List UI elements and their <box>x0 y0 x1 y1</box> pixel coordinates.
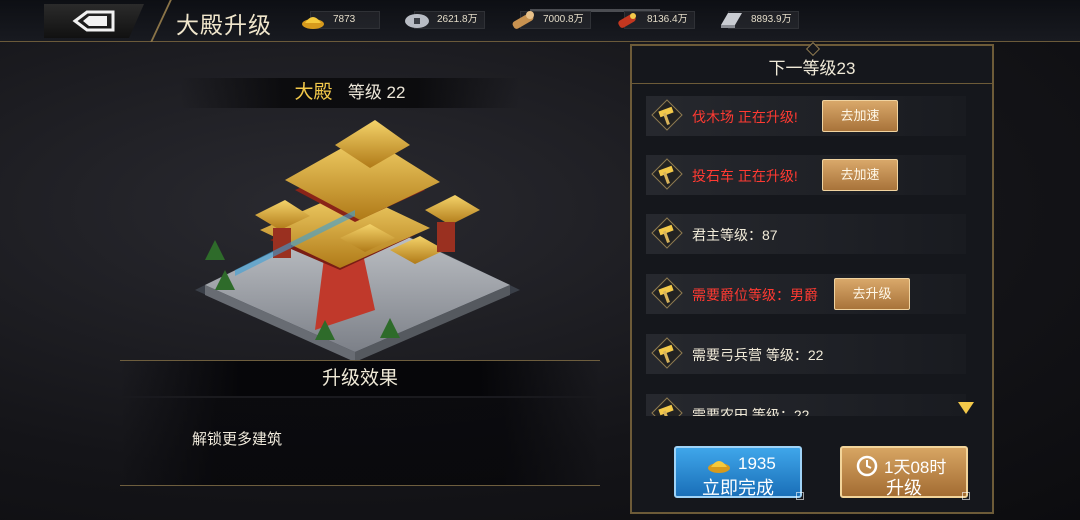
palace-image <box>195 120 520 362</box>
requirement-text: 投石车 正在升级! <box>692 168 798 184</box>
requirement-row: 需要农田 等级：22 <box>646 394 966 416</box>
upgrade-button[interactable]: 1天08时 升级 <box>840 446 970 500</box>
gold-ingot-icon <box>708 461 730 473</box>
upgrade-effect-body: 解锁更多建筑 <box>120 398 600 486</box>
wood-log-icon <box>512 11 534 29</box>
go-upgrade-button[interactable]: 去升级 <box>834 278 910 310</box>
requirements-panel: 下一等级23 伐木场 正在升级! 去加速 投石车 正在升级! 去加速 君主等级：… <box>630 44 994 514</box>
speed-up-button[interactable]: 去加速 <box>822 100 898 132</box>
resource-wood[interactable]: 7000.8万 <box>510 9 591 31</box>
resource-gold[interactable]: 7873 <box>300 9 380 31</box>
grain-icon <box>618 13 636 28</box>
back-arrow-icon <box>72 10 115 32</box>
top-bar: 大殿升级 7873 2621.8万 7000.8万 8136.4万 8893.9… <box>0 0 1080 42</box>
requirement-text: 需要农田 等级：22 <box>692 407 810 416</box>
requirement-text: 需要弓兵营 等级：22 <box>692 347 824 363</box>
requirement-text: 需要爵位等级：男爵 <box>692 287 818 303</box>
upgrade-effect-text: 解锁更多建筑 <box>192 431 283 448</box>
iron-ingot-icon <box>721 13 742 28</box>
hammer-icon <box>651 397 683 416</box>
resource-food[interactable]: 8136.4万 <box>614 9 695 31</box>
upgrade-effect-header: 升级效果 <box>120 360 600 396</box>
requirements-list[interactable]: 伐木场 正在升级! 去加速 投石车 正在升级! 去加速 君主等级：87 需要爵位… <box>646 96 976 416</box>
silver-coin-icon <box>405 14 429 28</box>
button-corner <box>796 492 804 500</box>
hammer-icon <box>651 277 683 309</box>
requirement-row: 投石车 正在升级! 去加速 <box>646 155 966 195</box>
instant-cost: 1935 <box>738 454 776 473</box>
page-title: 大殿升级 <box>176 12 272 38</box>
next-level-title: 下一等级23 <box>632 54 992 84</box>
upgrade-label: 升级 <box>886 478 922 498</box>
button-corner <box>962 492 970 500</box>
hammer-icon <box>651 158 683 190</box>
instant-complete-label: 立即完成 <box>702 478 774 498</box>
requirement-text: 伐木场 正在升级! <box>692 109 798 125</box>
resource-silver[interactable]: 2621.8万 <box>404 9 485 31</box>
requirement-row: 需要弓兵营 等级：22 <box>646 334 966 374</box>
speed-up-button[interactable]: 去加速 <box>822 159 898 191</box>
hammer-icon <box>651 217 683 249</box>
resource-iron[interactable]: 8893.9万 <box>718 9 799 31</box>
requirement-text: 君主等级：87 <box>692 227 778 243</box>
scroll-down-arrow-icon[interactable] <box>958 402 974 414</box>
hammer-icon <box>651 337 683 369</box>
requirement-row: 需要爵位等级：男爵 去升级 <box>646 274 966 314</box>
requirement-row: 伐木场 正在升级! 去加速 <box>646 96 966 136</box>
instant-complete-button[interactable]: 1935 立即完成 <box>674 446 804 500</box>
requirement-row: 君主等级：87 <box>646 214 966 254</box>
gold-ingot-icon <box>302 17 324 29</box>
hammer-icon <box>651 99 683 131</box>
